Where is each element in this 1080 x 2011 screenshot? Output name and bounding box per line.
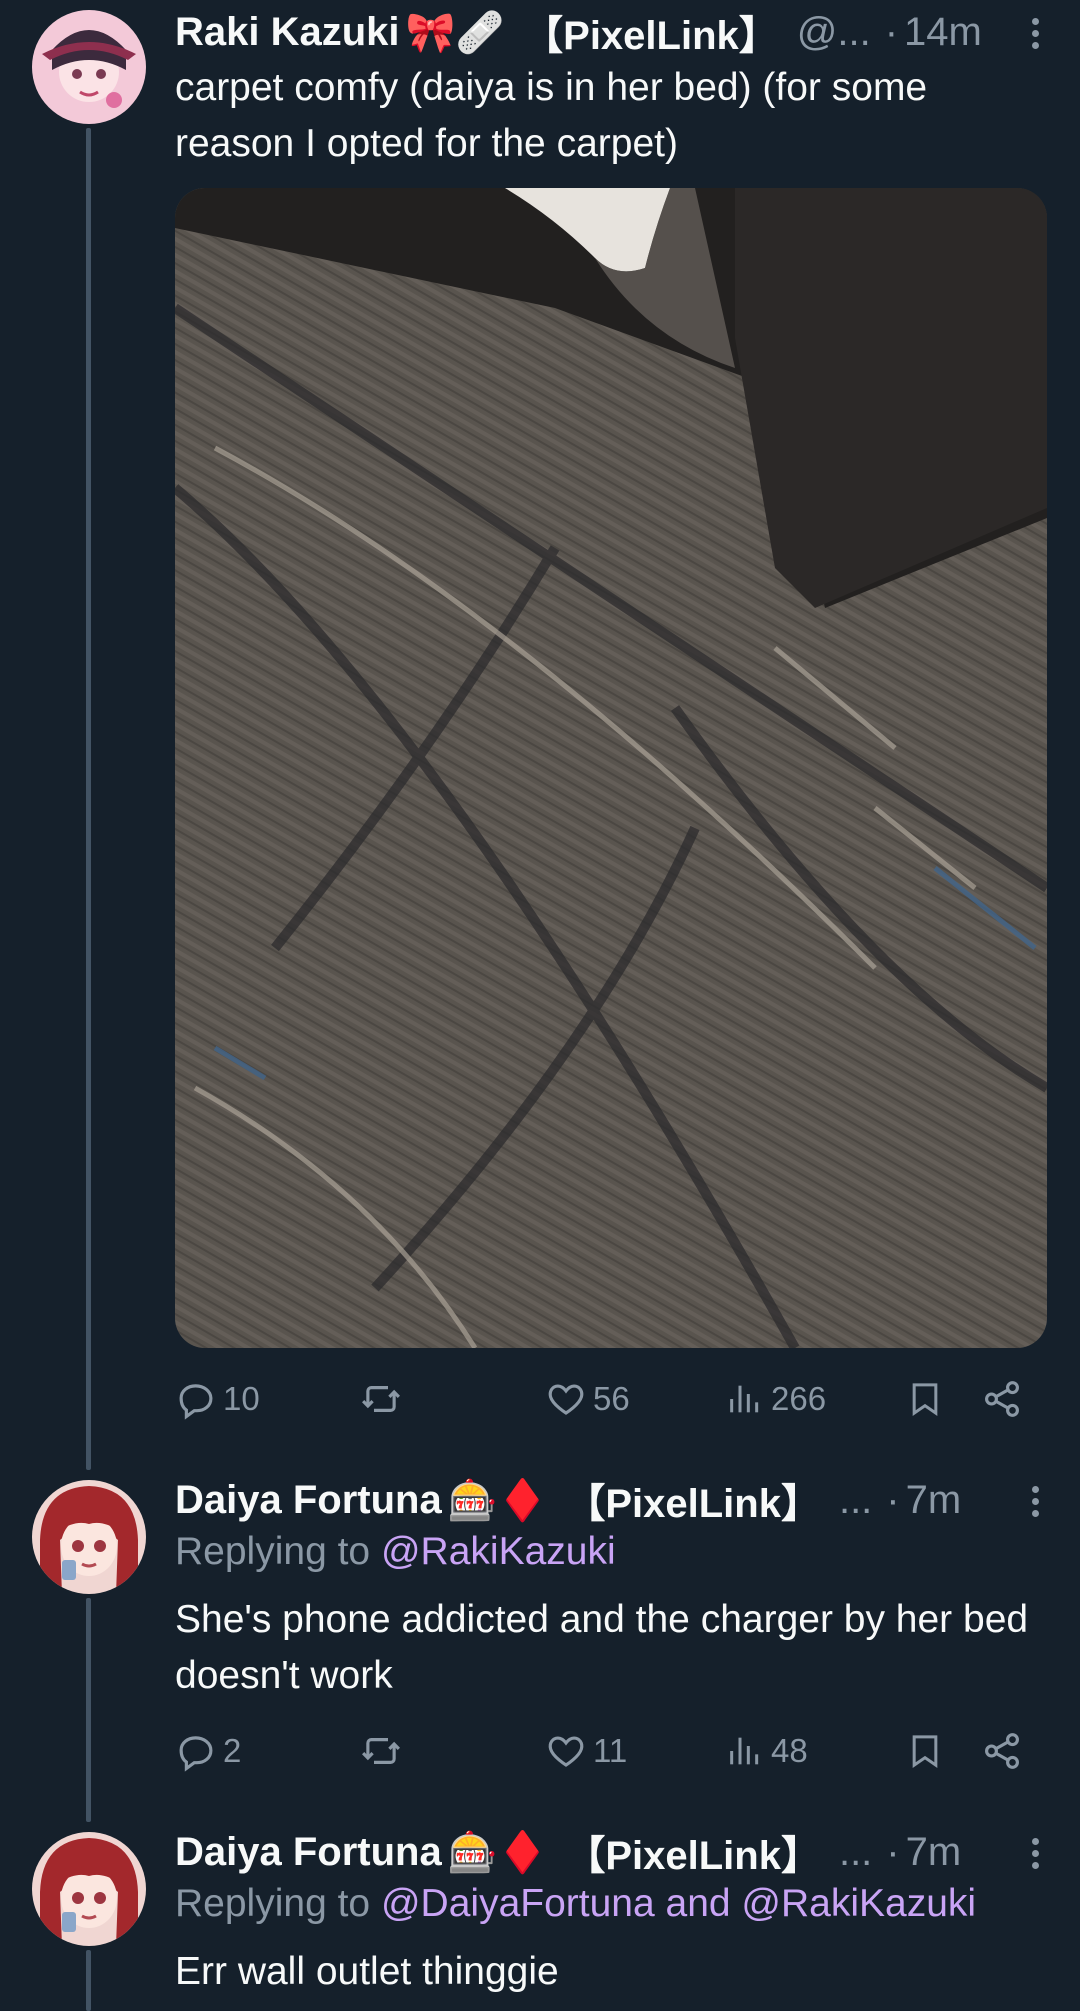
tweet-daiya-reply-2[interactable]: Daiya Fortuna 🎰♦️ 【PixelLink】 ... · 7m R… xyxy=(0,1822,1080,2011)
like-button[interactable]: 11 xyxy=(545,1726,627,1776)
display-name[interactable]: Daiya Fortuna xyxy=(175,1478,442,1523)
reply-icon xyxy=(179,1384,213,1420)
avatar[interactable] xyxy=(32,1480,146,1594)
like-count: 11 xyxy=(593,1732,628,1769)
bookmark-icon xyxy=(912,1383,938,1417)
name-emoji: 🎰♦️ xyxy=(447,1830,548,1875)
reply-button[interactable]: 2 xyxy=(175,1726,241,1776)
tweet-header: Daiya Fortuna 🎰♦️ 【PixelLink】 ... · 7m xyxy=(175,1472,1062,1528)
tweet-daiya-reply-1[interactable]: Daiya Fortuna 🎰♦️ 【PixelLink】 ... · 7m R… xyxy=(0,1470,1080,1822)
display-name[interactable]: Raki Kazuki xyxy=(175,10,400,55)
avatar[interactable] xyxy=(32,10,146,124)
bookmark-icon xyxy=(912,1735,938,1769)
more-icon[interactable] xyxy=(1030,1486,1040,1522)
timeline-feed: Raki Kazuki 🎀🩹 【PixelLink】 @... · 14m ca… xyxy=(0,0,1080,2011)
share-icon xyxy=(985,1733,1019,1769)
timestamp[interactable]: 7m xyxy=(906,1830,962,1875)
replying-to-label: Replying to xyxy=(175,1530,371,1573)
views-icon xyxy=(730,1385,759,1413)
user-handle[interactable]: ... xyxy=(839,1830,872,1875)
tweet-photo[interactable] xyxy=(175,188,1047,1348)
reply-count: 10 xyxy=(223,1380,260,1417)
replying-to: Replying to @RakiKazuki xyxy=(175,1530,616,1574)
like-count: 56 xyxy=(593,1380,630,1417)
share-button[interactable] xyxy=(981,1726,1023,1776)
replying-to: Replying to @DaiyaFortuna and @RakiKazuk… xyxy=(175,1882,976,1926)
retweet-icon xyxy=(362,1386,400,1412)
tweet-text: She's phone addicted and the charger by … xyxy=(175,1598,1029,1697)
reply-icon xyxy=(179,1736,213,1772)
views-count: 48 xyxy=(771,1732,808,1769)
tweet-raki[interactable]: Raki Kazuki 🎀🩹 【PixelLink】 @... · 14m ca… xyxy=(0,0,1080,1470)
tweet-header: Raki Kazuki 🎀🩹 【PixelLink】 @... · 14m xyxy=(175,4,1062,60)
user-handle[interactable]: ... xyxy=(839,1478,872,1523)
user-handle[interactable]: @... xyxy=(797,10,871,55)
org-tag: 【PixelLink】 xyxy=(523,14,779,58)
separator-dot: · xyxy=(884,9,899,54)
more-icon[interactable] xyxy=(1030,18,1040,54)
separator-dot: · xyxy=(886,1829,900,1874)
org-tag: 【PixelLink】 xyxy=(565,1482,821,1526)
reply-mention[interactable]: @DaiyaFortuna and @RakiKazuki xyxy=(381,1882,976,1925)
org-tag: 【PixelLink】 xyxy=(565,1834,821,1878)
share-icon xyxy=(985,1381,1019,1417)
more-icon[interactable] xyxy=(1030,1838,1040,1874)
views-button[interactable]: 48 xyxy=(725,1726,808,1776)
like-icon xyxy=(548,1384,584,1415)
name-emoji: 🎰♦️ xyxy=(447,1478,548,1523)
thread-line xyxy=(86,128,91,1470)
views-button[interactable]: 266 xyxy=(725,1374,826,1424)
views-count: 266 xyxy=(771,1380,827,1417)
views-icon xyxy=(730,1737,759,1765)
timestamp[interactable]: 7m xyxy=(906,1478,962,1523)
tweet-header: Daiya Fortuna 🎰♦️ 【PixelLink】 ... · 7m xyxy=(175,1824,1062,1880)
avatar[interactable] xyxy=(32,1832,146,1946)
thread-line xyxy=(86,1598,91,1822)
like-button[interactable]: 56 xyxy=(545,1374,630,1424)
tweet-text: carpet comfy (daiya is in her bed) (for … xyxy=(175,66,928,165)
like-icon xyxy=(548,1736,584,1767)
reply-count: 2 xyxy=(223,1732,242,1769)
retweet-button[interactable] xyxy=(359,1726,409,1776)
tweet-actions: 2 11 48 xyxy=(175,1726,1035,1776)
thread-line xyxy=(86,1950,91,2011)
name-emoji: 🎀🩹 xyxy=(405,10,506,55)
timestamp[interactable]: 14m xyxy=(904,10,982,55)
tweet-actions: 10 56 266 xyxy=(175,1374,1035,1424)
bookmark-button[interactable] xyxy=(905,1374,945,1424)
replying-to-label: Replying to xyxy=(175,1882,371,1925)
reply-button[interactable]: 10 xyxy=(175,1374,260,1424)
reply-mention[interactable]: @RakiKazuki xyxy=(381,1530,616,1573)
bookmark-button[interactable] xyxy=(905,1726,945,1776)
share-button[interactable] xyxy=(981,1374,1023,1424)
display-name[interactable]: Daiya Fortuna xyxy=(175,1830,442,1875)
retweet-icon xyxy=(362,1738,400,1764)
separator-dot: · xyxy=(886,1477,900,1522)
tweet-text: Err wall outlet thinggie xyxy=(175,1950,559,1993)
retweet-button[interactable] xyxy=(359,1374,409,1424)
